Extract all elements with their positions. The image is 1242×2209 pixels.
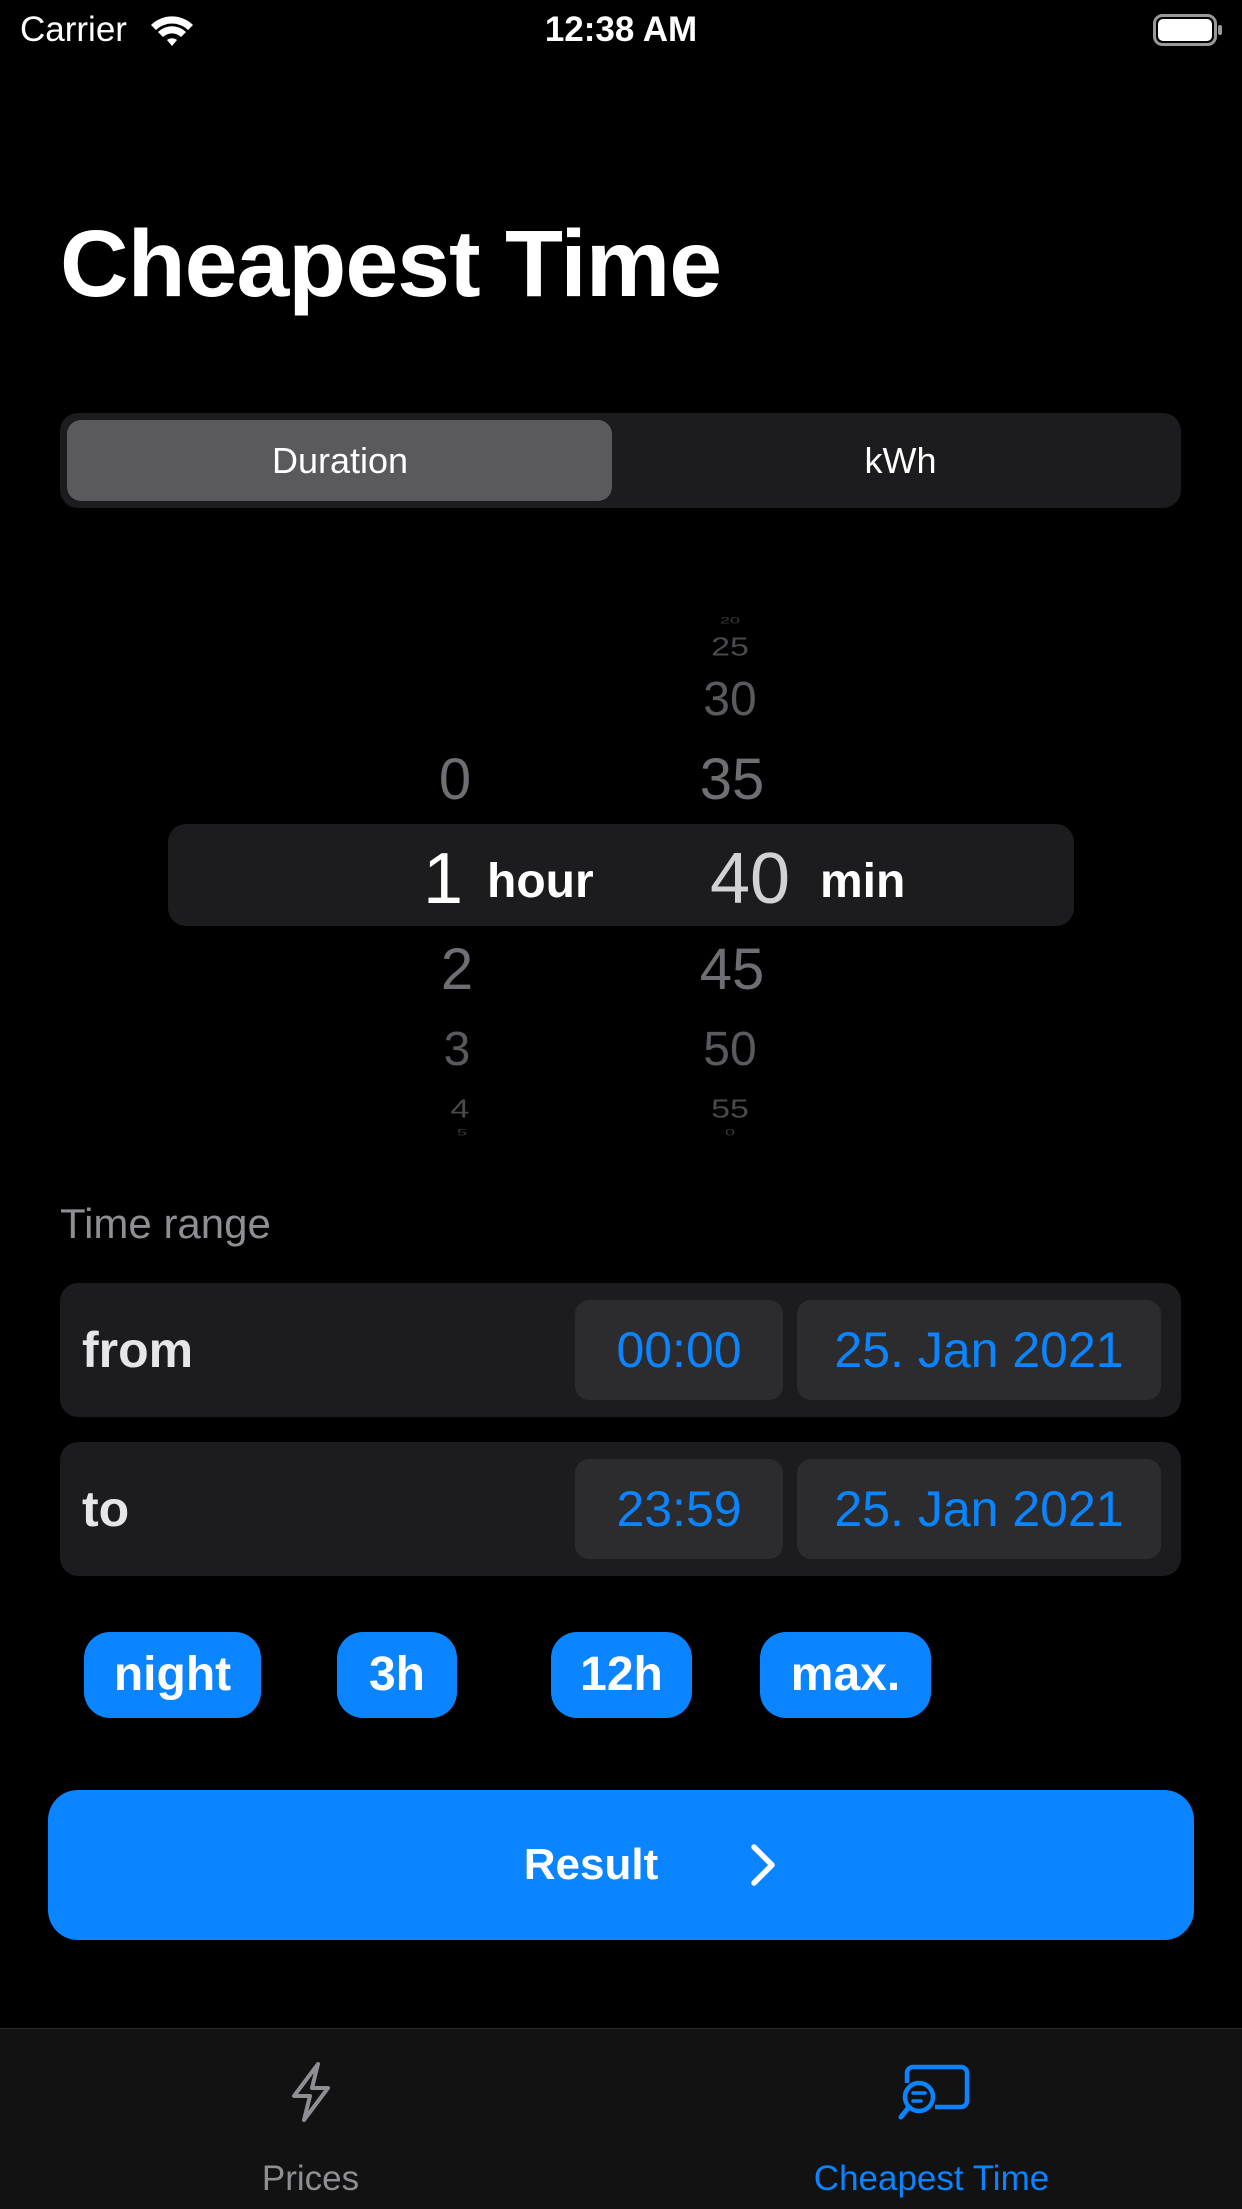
minute-option[interactable]: 35: [662, 746, 802, 813]
from-label: from: [82, 1322, 194, 1378]
from-row: from 00:00 25. Jan 2021: [60, 1283, 1181, 1417]
status-time: 12:38 AM: [544, 10, 698, 49]
12h-preset-button[interactable]: 12h: [551, 1632, 692, 1718]
tab-cheapest-time-label: Cheapest Time: [813, 2159, 1050, 2198]
chevron-right-icon: [751, 1844, 775, 1886]
hour-option[interactable]: 2: [387, 936, 527, 1003]
max-preset-button[interactable]: max.: [760, 1632, 931, 1718]
tab-prices-label: Prices: [261, 2159, 360, 2198]
status-bar: Carrier 12:38 AM: [0, 0, 1242, 62]
tab-cheapest-time[interactable]: Cheapest Time: [621, 2029, 1242, 2209]
result-button-label: Result: [523, 1840, 659, 1889]
to-date-button[interactable]: 25. Jan 2021: [797, 1459, 1161, 1559]
minute-selected[interactable]: 40: [680, 838, 820, 920]
3h-preset-button[interactable]: 3h: [337, 1632, 457, 1718]
minute-option[interactable]: 50: [660, 1022, 800, 1077]
picker-selection-band: [168, 824, 1074, 926]
to-row: to 23:59 25. Jan 2021: [60, 1442, 1181, 1576]
page-title: Cheapest Time: [60, 211, 722, 317]
tab-bar: Prices Cheapest Time: [0, 2028, 1242, 2209]
hour-option[interactable]: 4: [390, 1095, 530, 1124]
segment-duration[interactable]: Duration: [60, 413, 620, 508]
hour-option[interactable]: 3: [387, 1022, 527, 1077]
from-date-button[interactable]: 25. Jan 2021: [797, 1300, 1161, 1400]
to-time-button[interactable]: 23:59: [575, 1459, 783, 1559]
hour-option[interactable]: 5: [392, 1127, 532, 1138]
hour-unit-label: hour: [487, 855, 594, 908]
night-preset-button[interactable]: night: [84, 1632, 261, 1718]
minute-option[interactable]: 30: [660, 672, 800, 727]
result-button[interactable]: Result: [48, 1790, 1194, 1940]
time-range-label: Time range: [60, 1200, 271, 1247]
chat-search-icon: [898, 2064, 970, 2120]
minute-option[interactable]: 0: [660, 1127, 800, 1138]
bolt-icon: [292, 2062, 330, 2122]
minute-option[interactable]: 25: [660, 633, 800, 662]
segment-kwh[interactable]: kWh: [620, 413, 1181, 508]
duration-picker[interactable]: 0 1 hour 2 3 4 5 20 25 30 35 40 min 45 5…: [0, 600, 1242, 1140]
tab-prices[interactable]: Prices: [0, 2029, 621, 2209]
minute-option[interactable]: 45: [662, 936, 802, 1003]
from-time-button[interactable]: 00:00: [575, 1300, 783, 1400]
minute-unit-label: min: [820, 855, 906, 908]
hour-option[interactable]: 0: [385, 746, 525, 813]
battery-icon: [1153, 14, 1222, 46]
minute-option[interactable]: 20: [660, 615, 800, 626]
minute-option[interactable]: 55: [660, 1095, 800, 1124]
to-label: to: [82, 1481, 130, 1537]
mode-segmented-control: Duration kWh: [60, 413, 1181, 508]
